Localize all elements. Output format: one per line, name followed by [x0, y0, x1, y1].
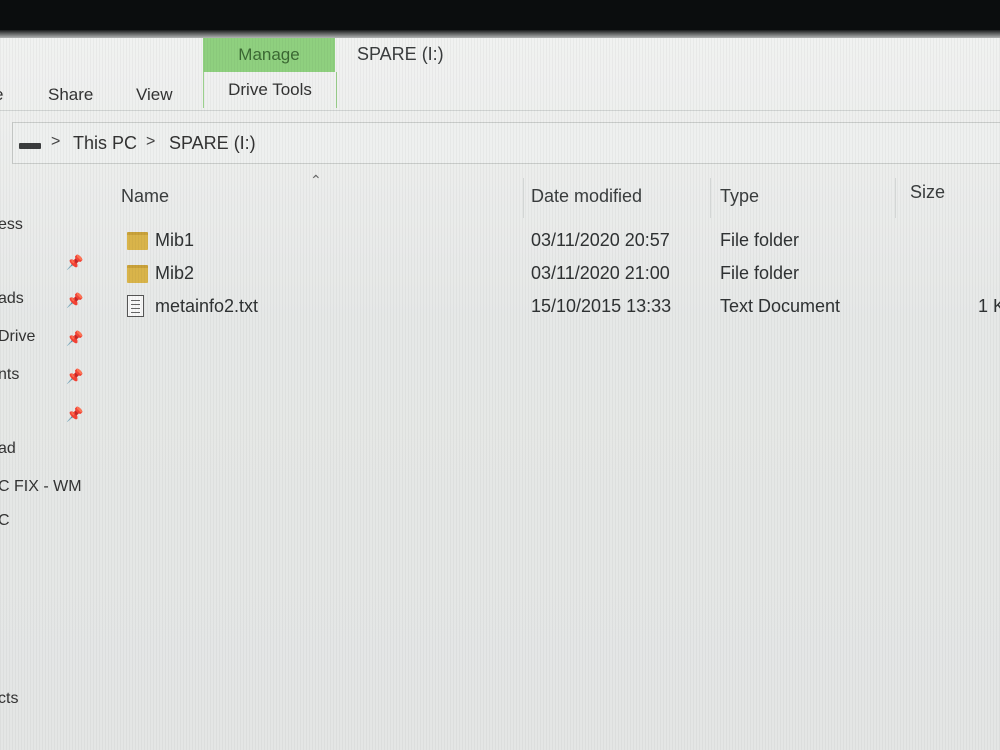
tab-home[interactable]: e: [0, 85, 3, 105]
file-name: Mib2: [155, 263, 195, 283]
file-row-metainfo2[interactable]: metainfo2.txt 15/10/2015 13:33 Text Docu…: [100, 292, 1000, 324]
ribbon-divider: [0, 110, 1000, 111]
chevron-right-icon[interactable]: >: [146, 133, 155, 151]
drive-icon: [19, 143, 41, 149]
pin-icon: 📌: [66, 368, 84, 384]
file-type: File folder: [720, 230, 800, 250]
file-date: 03/11/2020 20:57: [531, 230, 670, 250]
text-document-icon: [127, 295, 144, 317]
tab-share[interactable]: Share: [48, 85, 93, 105]
column-headers: ⌃ Name Date modified Type Size: [100, 172, 1000, 218]
file-name: Mib1: [155, 230, 195, 250]
manage-context-group[interactable]: Manage: [203, 38, 335, 72]
file-row-mib2[interactable]: Mib2 03/11/2020 21:00 File folder: [100, 259, 1000, 291]
nav-item-downloads[interactable]: ads: [0, 290, 24, 308]
folder-icon: [127, 232, 148, 250]
file-date: 15/10/2015 13:33: [531, 296, 672, 316]
column-separator[interactable]: [895, 178, 896, 218]
nav-item-c[interactable]: C: [0, 512, 10, 530]
nav-item-objects[interactable]: cts: [0, 690, 18, 708]
pin-icon: 📌: [66, 330, 84, 346]
column-separator[interactable]: [523, 178, 524, 218]
address-bar[interactable]: > This PC > SPARE (I:): [12, 122, 1000, 164]
nav-item-documents[interactable]: nts: [0, 366, 19, 384]
file-explorer-window: Manage Drive Tools SPARE (I:) e Share Vi…: [0, 38, 1000, 750]
pin-icon: 📌: [66, 254, 84, 270]
file-size: 1 K: [978, 296, 1000, 316]
file-row-mib1[interactable]: Mib1 03/11/2020 20:57 File folder: [100, 226, 1000, 258]
file-name: metainfo2.txt: [155, 296, 259, 316]
nav-item-ad[interactable]: ad: [0, 440, 16, 458]
nav-item-quick-access[interactable]: ess: [0, 216, 23, 234]
pin-icon: 📌: [66, 292, 84, 308]
navigation-pane: ess 📌 ads 📌 Drive 📌 nts 📌 📌 ad C FIX - W…: [0, 178, 95, 750]
column-header-date-modified[interactable]: Date modified: [531, 186, 642, 207]
column-separator[interactable]: [710, 178, 711, 218]
column-header-size[interactable]: Size: [910, 182, 945, 203]
nav-item-fix-wm[interactable]: C FIX - WM: [0, 478, 82, 496]
chevron-right-icon[interactable]: >: [51, 133, 60, 151]
tab-view[interactable]: View: [136, 85, 173, 105]
column-header-name[interactable]: Name: [121, 186, 169, 207]
window-title: SPARE (I:): [357, 44, 444, 64]
file-date: 03/11/2020 21:00: [531, 263, 670, 283]
file-type: Text Document: [720, 296, 841, 316]
nav-item-drive[interactable]: Drive: [0, 328, 35, 346]
folder-icon: [127, 265, 148, 283]
breadcrumb-spare-drive[interactable]: SPARE (I:): [169, 133, 256, 154]
tab-drive-tools[interactable]: Drive Tools: [203, 72, 337, 108]
file-type: File folder: [720, 263, 800, 283]
column-header-type[interactable]: Type: [720, 186, 759, 207]
ribbon: Manage Drive Tools SPARE (I:) e Share Vi…: [0, 38, 1000, 110]
breadcrumb-this-pc[interactable]: This PC: [73, 133, 137, 154]
sort-ascending-icon[interactable]: ⌃: [310, 172, 322, 189]
pin-icon: 📌: [66, 406, 84, 422]
